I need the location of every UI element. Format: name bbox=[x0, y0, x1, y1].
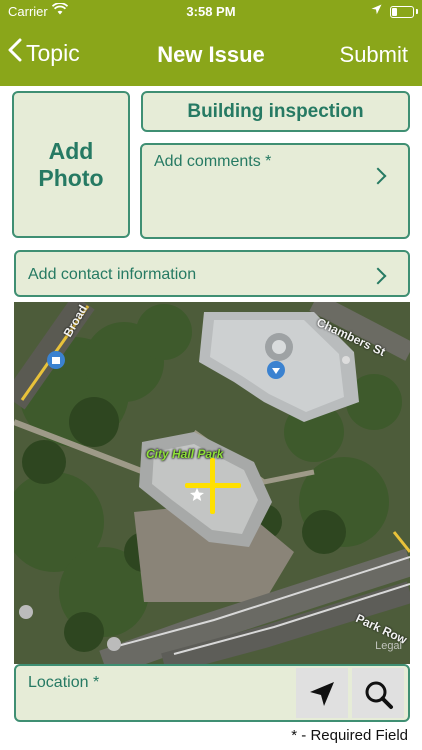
topic-field[interactable]: Building inspection bbox=[141, 91, 410, 132]
add-photo-label: Add Photo bbox=[38, 138, 103, 192]
add-photo-label-line1: Add bbox=[48, 137, 94, 164]
navigation-bar: Carrier 3:58 PM Topic New Issue Submit bbox=[0, 0, 422, 86]
contact-info-label: Add contact information bbox=[28, 266, 197, 283]
map-view[interactable]: Broad Chambers St City Hall Park Park Ro… bbox=[14, 302, 410, 664]
battery-icon bbox=[390, 6, 414, 18]
battery-tip bbox=[416, 9, 418, 14]
status-bar: Carrier 3:58 PM bbox=[0, 0, 422, 24]
comments-field[interactable]: Add comments * bbox=[140, 143, 410, 239]
location-field[interactable]: Location * bbox=[14, 664, 410, 722]
crosshair-vertical bbox=[210, 458, 215, 514]
comments-label: Add comments * bbox=[154, 153, 272, 170]
add-photo-button[interactable]: Add Photo bbox=[12, 91, 130, 238]
crosshair-icon bbox=[185, 458, 241, 514]
chevron-right-icon bbox=[369, 167, 387, 185]
search-address-button[interactable] bbox=[352, 668, 404, 718]
submit-button[interactable]: Submit bbox=[340, 42, 408, 68]
clock: 3:58 PM bbox=[186, 4, 236, 19]
chevron-right-icon bbox=[369, 267, 387, 285]
required-field-note: * - Required Field bbox=[291, 727, 408, 744]
magnifier-icon bbox=[365, 681, 393, 709]
nav-bar: Topic New Issue Submit bbox=[0, 24, 422, 86]
contact-info-field[interactable]: Add contact information bbox=[14, 250, 410, 297]
legal-link[interactable]: Legal bbox=[375, 640, 402, 652]
add-photo-label-line2: Photo bbox=[38, 164, 104, 191]
location-services-icon bbox=[371, 3, 382, 18]
current-location-button[interactable] bbox=[296, 668, 348, 718]
location-label: Location * bbox=[28, 674, 100, 691]
location-arrow-icon bbox=[310, 682, 334, 706]
